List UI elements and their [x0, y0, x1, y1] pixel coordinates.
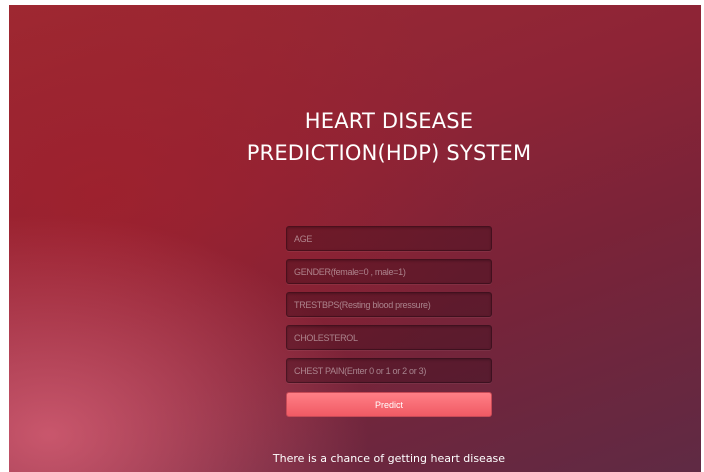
cholesterol-input[interactable]: [286, 325, 492, 350]
trestbps-input[interactable]: [286, 292, 492, 317]
page-title: HEART DISEASE PREDICTION(HDP) SYSTEM: [246, 109, 532, 165]
prediction-result: There is a chance of getting heart disea…: [272, 452, 506, 465]
predict-button[interactable]: Predict: [286, 392, 492, 417]
app-background: HEART DISEASE PREDICTION(HDP) SYSTEM Pre…: [9, 5, 701, 472]
chest-pain-input[interactable]: [286, 358, 492, 383]
gender-input[interactable]: [286, 259, 492, 284]
age-input[interactable]: [286, 226, 492, 251]
